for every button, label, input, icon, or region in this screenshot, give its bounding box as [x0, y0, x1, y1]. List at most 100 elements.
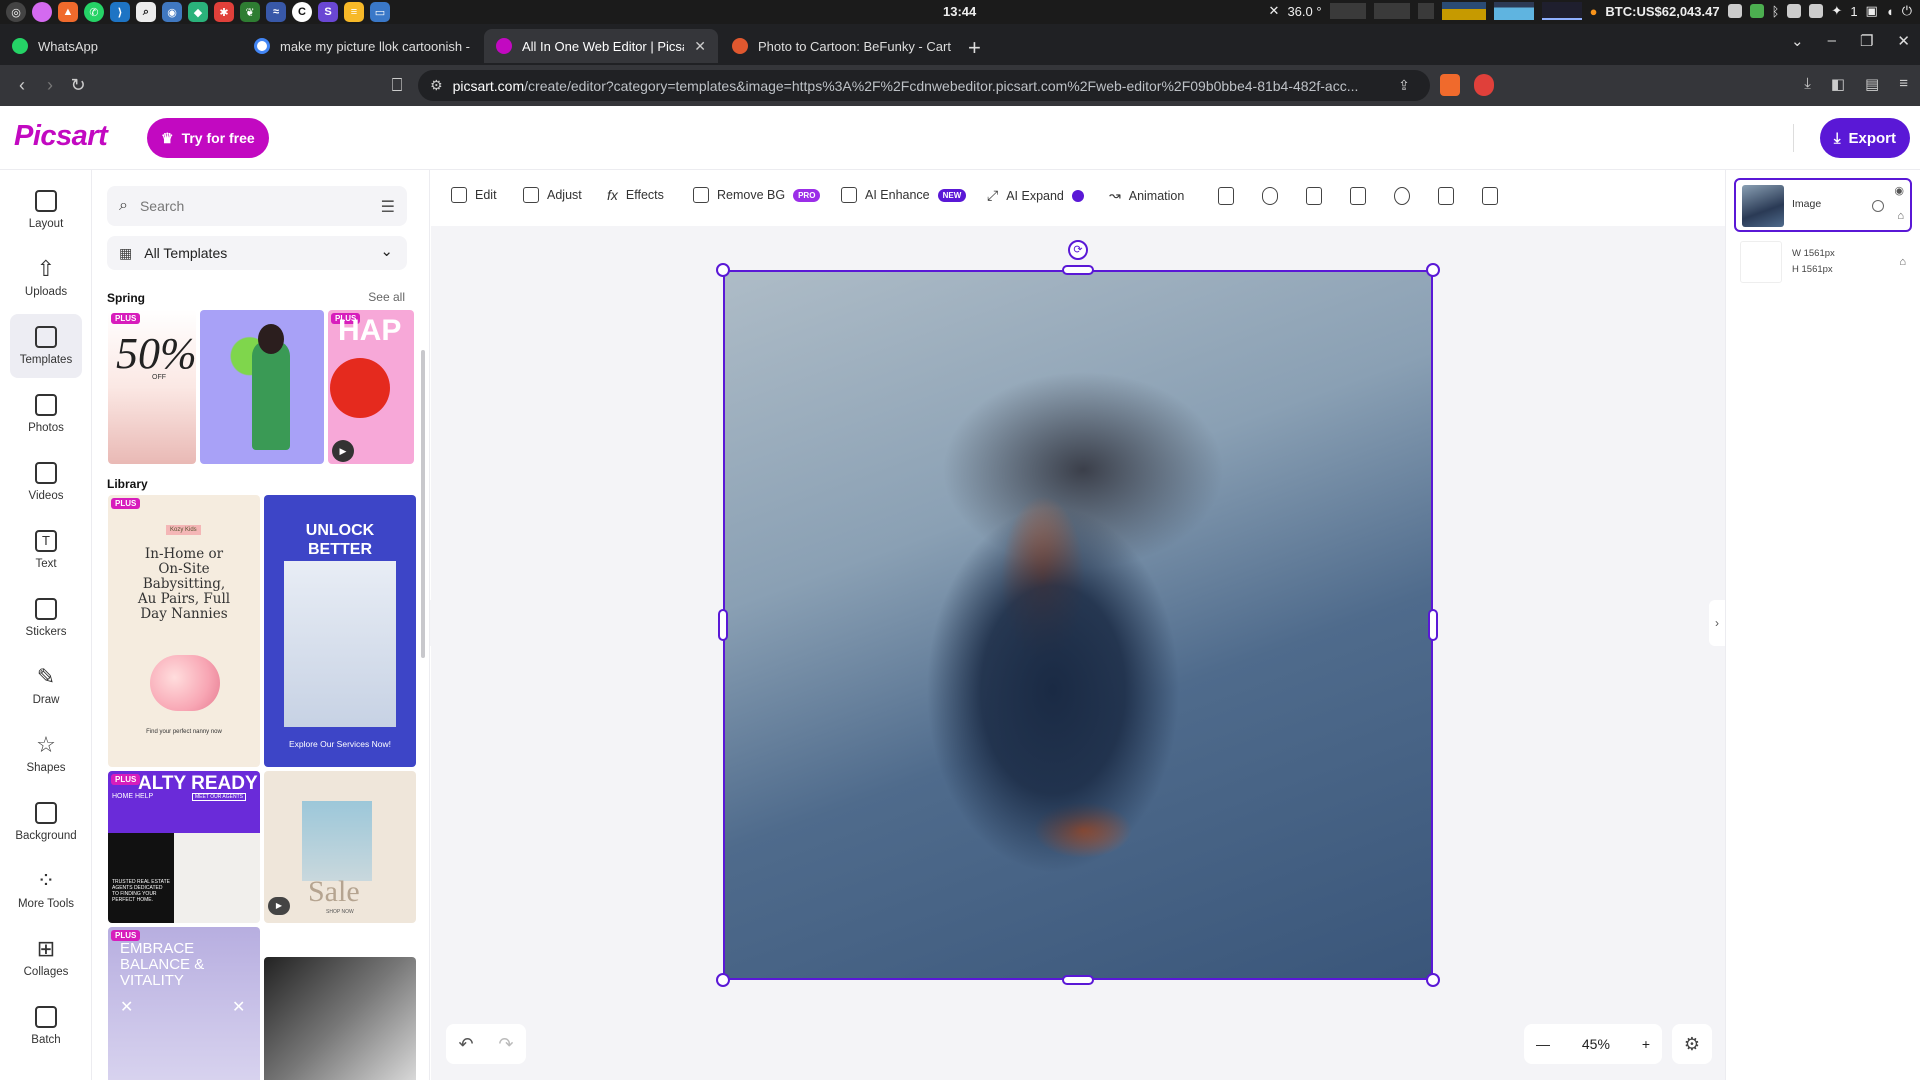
whatsapp-icon[interactable]: ✆ [84, 2, 104, 22]
notification-icon[interactable]: ✦ [1831, 3, 1842, 19]
app-c-icon[interactable]: C [292, 2, 312, 22]
app-bug-icon[interactable]: ✱ [214, 2, 234, 22]
app-s-icon[interactable]: S [318, 2, 338, 22]
crop-icon[interactable] [1306, 187, 1322, 205]
app-stack-icon[interactable]: ≡ [344, 2, 364, 22]
rail-item-shapes[interactable]: ☆ Shapes [10, 722, 82, 786]
visibility-eye-icon[interactable]: ◉ [1894, 184, 1904, 197]
lock-icon[interactable]: ⌂ [1897, 210, 1904, 222]
site-info-icon[interactable]: ⚙ [430, 77, 443, 94]
template-thumb[interactable]: PLUS Kozy Kids In-Home or On-Site Babysi… [108, 495, 260, 767]
effects-tool[interactable]: fx Effects [607, 187, 664, 203]
minimize-icon[interactable]: – [1828, 32, 1836, 50]
picsart-logo[interactable]: Picsart [14, 120, 108, 153]
rail-item-uploads[interactable]: ⇧ Uploads [10, 246, 82, 310]
template-thumb[interactable]: UNLOCK BETTER HEALTH Explore Our Service… [264, 495, 416, 767]
duplicate-icon[interactable] [1438, 187, 1454, 205]
adjust-tool[interactable]: Adjust [523, 187, 582, 203]
redo-icon[interactable]: ↷ [498, 1034, 513, 1055]
app-diamond-icon[interactable]: ◆ [188, 2, 208, 22]
delete-icon[interactable] [1482, 187, 1498, 205]
ai-expand-tool[interactable]: ⤢ AI Expand [987, 187, 1084, 204]
clipboard-icon[interactable] [1787, 4, 1802, 18]
tab-whatsapp[interactable]: WhatsApp [0, 29, 240, 63]
reload-icon[interactable]: ↻ [64, 75, 92, 96]
resize-handle-top[interactable] [1062, 265, 1094, 275]
tab-search-chevron-icon[interactable]: ⌄ [1791, 32, 1804, 50]
info-icon[interactable] [1872, 200, 1884, 212]
layer-background[interactable]: W 1561px H 1561px ⌂ [1734, 236, 1912, 290]
edit-tool[interactable]: Edit [451, 187, 497, 203]
new-tab-icon[interactable]: + [968, 35, 981, 61]
animation-tool[interactable]: ↝ Animation [1109, 187, 1184, 204]
try-for-free-button[interactable]: ♛ Try for free [147, 118, 269, 158]
collapse-layers-button[interactable]: › [1709, 600, 1725, 646]
ai-enhance-tool[interactable]: AI Enhance NEW [841, 187, 967, 203]
resize-handle-left[interactable] [718, 609, 728, 641]
github-icon[interactable]: ◉ [162, 2, 182, 22]
tab-picsart[interactable]: All In One Web Editor | Picsart ✕ [484, 29, 718, 63]
remove-bg-tool[interactable]: Remove BG PRO [693, 187, 821, 203]
filter-icon[interactable]: ☰ [381, 197, 395, 217]
wallet-icon[interactable]: ▤ [1865, 75, 1879, 93]
app-leaf-icon[interactable]: ❦ [240, 2, 260, 22]
template-thumb[interactable]: PLUS HAP ▶ [328, 310, 414, 464]
category-select[interactable]: ▦ All Templates ⌄ [107, 236, 407, 270]
search-input[interactable]: ⌕ Search ☰ [107, 186, 407, 226]
template-thumb[interactable] [264, 957, 416, 1080]
template-thumb[interactable]: PLUS EMBRACE BALANCE & VITALITY ✕ ✕ [108, 927, 260, 1080]
replace-icon[interactable] [1350, 187, 1366, 205]
undo-icon[interactable]: ↶ [458, 1034, 473, 1055]
rail-item-stickers[interactable]: Stickers [10, 586, 82, 650]
template-thumb[interactable]: PLUS ALTY READY HOME HELP MEET OUR AGENT… [108, 771, 260, 923]
align-icon[interactable] [1218, 187, 1234, 205]
maximize-icon[interactable]: ❐ [1860, 32, 1873, 50]
qr-icon[interactable] [1727, 4, 1742, 18]
shield-icon[interactable] [1809, 4, 1824, 18]
rail-item-layout[interactable]: Layout [10, 178, 82, 242]
eraser-icon[interactable] [1262, 187, 1278, 205]
panel-scrollbar[interactable] [421, 350, 425, 658]
search-app-icon[interactable]: ⌕ [136, 2, 156, 22]
export-button[interactable]: ⤓ Export [1819, 118, 1910, 158]
brave-shield-icon[interactable] [1440, 74, 1460, 96]
zoom-out-icon[interactable]: — [1536, 1036, 1550, 1052]
template-thumb[interactable] [200, 310, 324, 464]
artboard[interactable] [723, 270, 1433, 980]
rail-item-batch[interactable]: Batch [10, 994, 82, 1058]
bluetooth-icon[interactable]: ᛒ [1772, 4, 1780, 19]
layer-image[interactable]: Image ◉ ⌂ [1734, 178, 1912, 232]
rail-item-videos[interactable]: Videos [10, 450, 82, 514]
sidebar-icon[interactable]: ◧ [1831, 75, 1845, 93]
files-icon[interactable]: ▭ [370, 2, 390, 22]
template-thumb[interactable]: Sale SHOP NOW ▶ [264, 771, 416, 923]
flip-icon[interactable] [1394, 187, 1410, 205]
brave-rewards-icon[interactable] [1474, 74, 1494, 96]
tab-close-icon[interactable]: ✕ [694, 38, 706, 55]
rotate-handle-icon[interactable]: ⟳ [1068, 240, 1088, 260]
lock-icon[interactable]: ⌂ [1899, 256, 1906, 268]
see-all-link[interactable]: See all [368, 290, 405, 304]
canvas-image[interactable] [723, 270, 1433, 980]
share-icon[interactable]: ⇪ [1398, 77, 1410, 94]
rail-item-photos[interactable]: Photos [10, 382, 82, 446]
app-icon[interactable] [32, 2, 52, 22]
resize-handle-right[interactable] [1428, 609, 1438, 641]
url-field[interactable]: ⚙ picsart.com /create/editor?category=te… [418, 70, 1430, 101]
brave-icon[interactable]: ▲ [58, 2, 78, 22]
volume-icon[interactable]: ◖ [1886, 4, 1894, 19]
resize-handle-top-left[interactable] [716, 263, 730, 277]
resize-handle-bottom-left[interactable] [716, 973, 730, 987]
zoom-level[interactable]: 45% [1582, 1036, 1610, 1052]
zoom-in-icon[interactable]: + [1642, 1036, 1650, 1052]
close-icon[interactable]: ✕ [1269, 3, 1280, 19]
download-icon[interactable]: ⤓ [1804, 75, 1811, 93]
bookmark-icon[interactable]: ⎕ [383, 75, 411, 96]
rail-item-templates[interactable]: Templates [10, 314, 82, 378]
resize-handle-top-right[interactable] [1426, 263, 1440, 277]
resize-handle-bottom[interactable] [1062, 975, 1094, 985]
resize-handle-bottom-right[interactable] [1426, 973, 1440, 987]
tab-google-search[interactable]: make my picture llok cartoonish - [242, 29, 482, 63]
window-close-icon[interactable]: ✕ [1897, 32, 1910, 50]
os-menu-icon[interactable]: ◎ [6, 2, 26, 22]
